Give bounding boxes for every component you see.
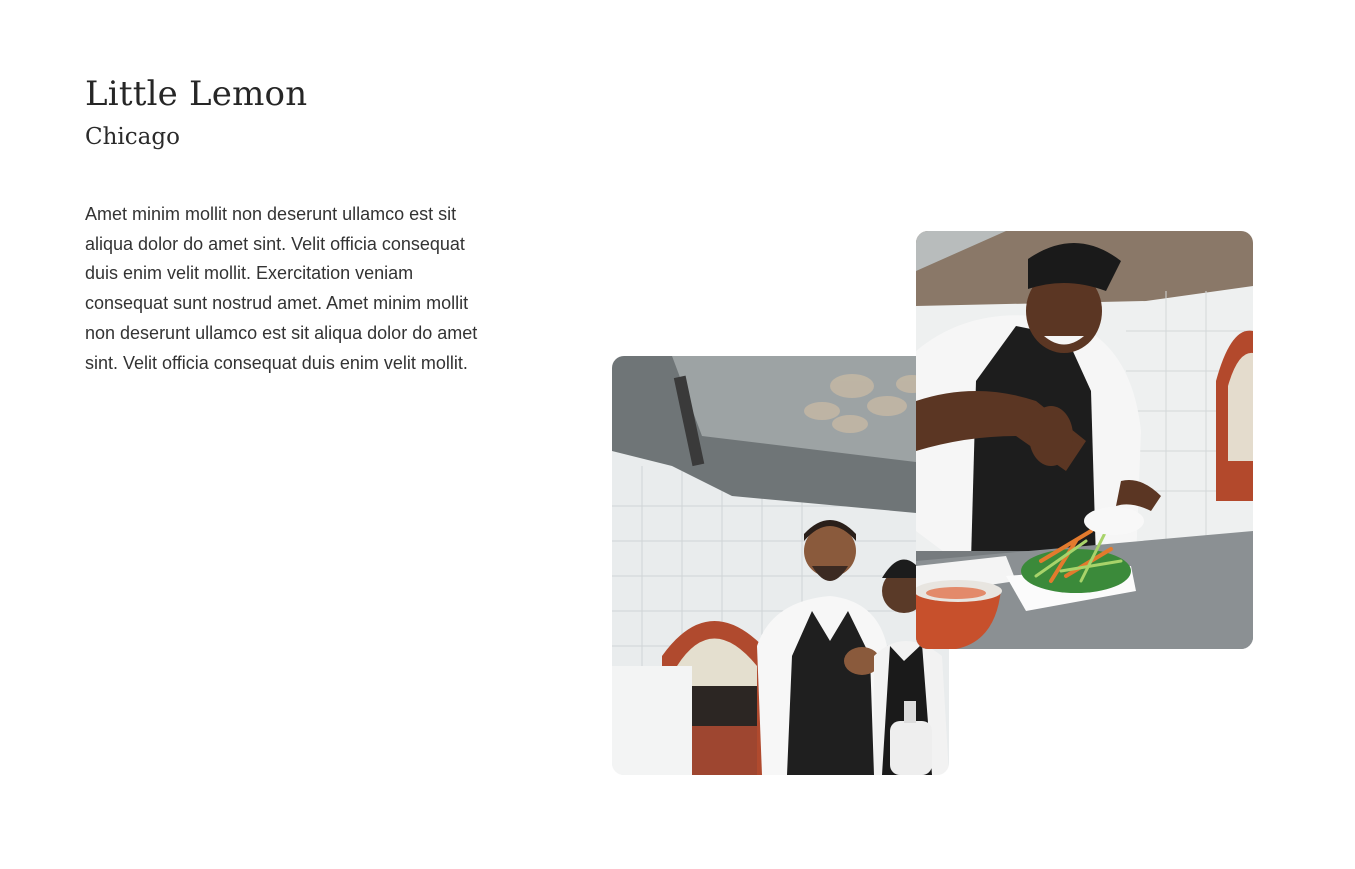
- about-description: Amet minim mollit non deserunt ullamco e…: [85, 204, 478, 373]
- restaurant-title: Little Lemon: [85, 74, 308, 114]
- chef-plating-salad-photo: [916, 231, 1253, 649]
- about-section: Little Lemon Chicago Amet minim mollit n…: [0, 0, 1355, 869]
- chefs-laughing-photo: [612, 356, 949, 775]
- restaurant-city: Chicago: [85, 124, 180, 150]
